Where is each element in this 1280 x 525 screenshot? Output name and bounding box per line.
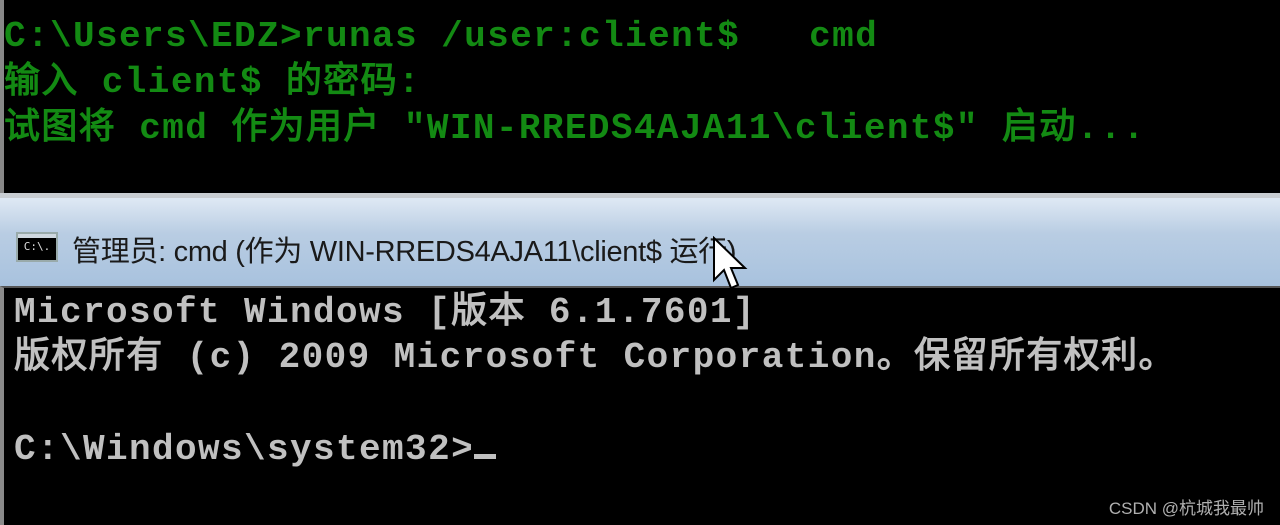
mouse-pointer-icon — [713, 236, 748, 290]
console-prompt: C:\Windows\system32> — [14, 429, 475, 470]
watermark: CSDN @杭城我最帅 — [1108, 499, 1264, 518]
terminal-line: 试图将 cmd 作为用户 "WIN-RREDS4AJA11\client$" 启… — [4, 108, 1146, 149]
cmd-console-icon[interactable]: C:\. — [16, 232, 58, 262]
window-title: 管理员: cmd (作为 WIN-RREDS4AJA11\client$ 运行) — [72, 236, 737, 268]
text-cursor — [474, 454, 497, 459]
console-line: 版权所有 (c) 2009 Microsoft Corporation。保留所有… — [14, 337, 1176, 378]
terminal-line: C:\Users\EDZ>runas /user:client$ cmd — [4, 16, 879, 57]
terminal-line: 输入 client$ 的密码: — [4, 62, 422, 103]
console-prompt-line[interactable]: C:\Windows\system32> — [14, 427, 497, 473]
console-line: Microsoft Windows [版本 6.1.7601] — [14, 292, 756, 333]
